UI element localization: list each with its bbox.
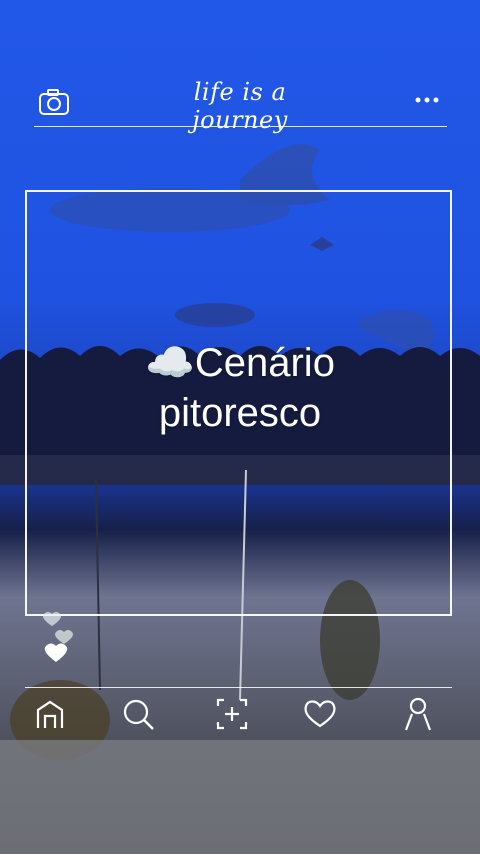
nav-add[interactable] xyxy=(212,694,252,734)
camera-icon xyxy=(39,89,69,115)
profile-icon xyxy=(404,697,432,731)
more-dots-icon xyxy=(415,97,439,103)
bottom-navigation xyxy=(0,694,480,738)
nav-profile[interactable] xyxy=(398,694,438,734)
nav-home[interactable] xyxy=(30,694,70,734)
floating-hearts xyxy=(38,610,80,670)
page-title: life is a journey xyxy=(192,78,288,134)
nav-search[interactable] xyxy=(118,694,158,734)
more-button[interactable] xyxy=(412,92,442,108)
cloud-emoji: ☁️ xyxy=(145,341,195,385)
header-bar: life is a journey xyxy=(0,0,480,134)
home-icon xyxy=(36,700,64,728)
heart-burst-icon xyxy=(43,612,73,662)
nav-divider xyxy=(25,687,452,688)
camera-button[interactable] xyxy=(38,88,70,116)
header-divider xyxy=(34,126,447,127)
caption-text: ☁️Cenário pitoresco xyxy=(80,338,400,438)
add-icon xyxy=(216,698,248,730)
heart-icon xyxy=(304,700,336,728)
search-icon xyxy=(123,699,154,730)
nav-likes[interactable] xyxy=(300,694,340,734)
